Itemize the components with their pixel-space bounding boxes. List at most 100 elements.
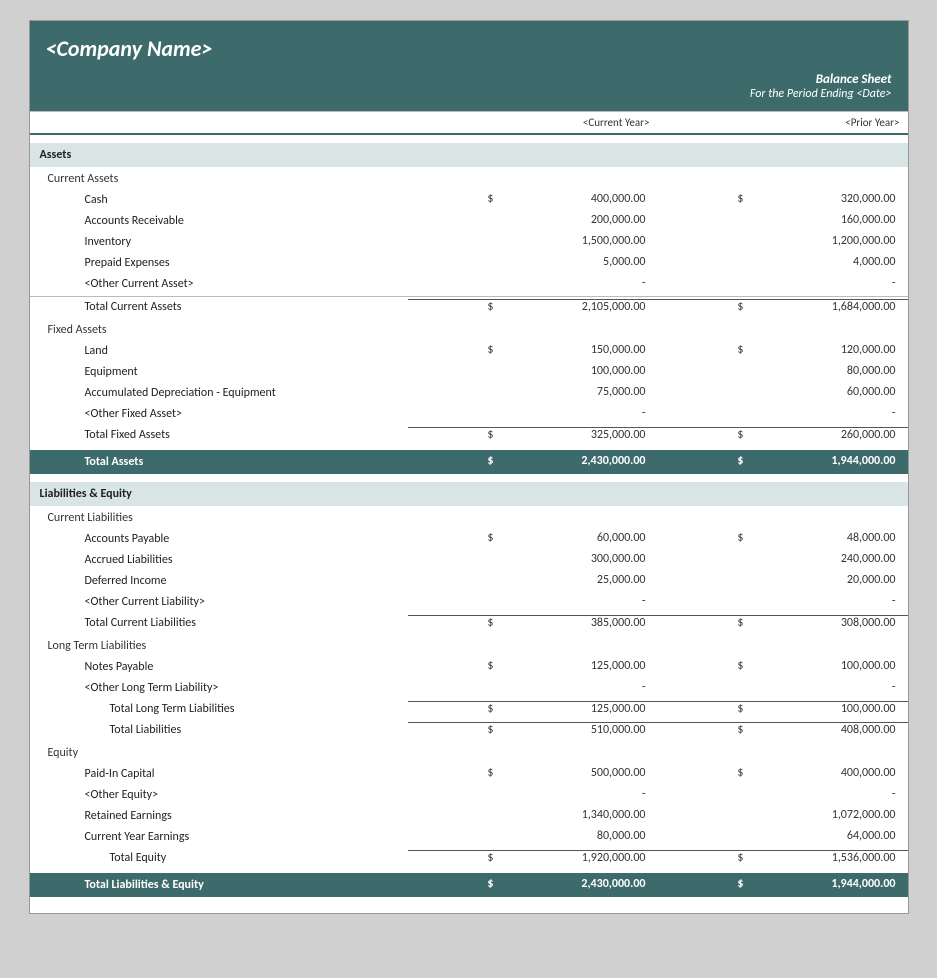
other-cl-cy: -: [498, 594, 658, 610]
total-equity-row: Total Equity $ 1,920,000.00 $ 1,536,000.…: [30, 848, 908, 869]
cash-label: Cash: [30, 192, 408, 208]
prepaid-label: Prepaid Expenses: [30, 255, 408, 271]
equity-block: Equity Paid-In Capital $ 500,000.00 $ 40…: [30, 741, 908, 869]
equipment-row: Equipment 100,000.00 80,000.00: [30, 362, 908, 383]
other-ltl-py: -: [748, 680, 908, 696]
ap-row: Accounts Payable $ 60,000.00 $ 48,000.00: [30, 529, 908, 550]
total-le-dollar-cy: $: [408, 877, 498, 893]
pic-dollar-py: $: [658, 766, 748, 782]
total-cl-row: Total Current Liabilities $ 385,000.00 $…: [30, 613, 908, 634]
col-prior-year: <Prior Year>: [748, 116, 908, 129]
ap-dollar-py: $: [658, 531, 748, 547]
total-ca-dollar-cy: $: [408, 299, 498, 315]
balance-sheet: <Company Name> Balance Sheet For the Per…: [29, 20, 909, 914]
total-liabilities-dollar-py: $: [658, 722, 748, 738]
inventory-py: 1,200,000.00: [748, 234, 908, 250]
total-equity-dollar-py: $: [658, 850, 748, 866]
paid-in-capital-label: Paid-In Capital: [30, 766, 408, 782]
column-headers: <Current Year> <Prior Year>: [30, 111, 908, 135]
total-fa-cy: 325,000.00: [498, 427, 658, 443]
notes-payable-cy: 125,000.00: [498, 659, 658, 675]
notes-payable-label: Notes Payable: [30, 659, 408, 675]
other-cl-py: -: [748, 594, 908, 610]
header-right: Balance Sheet For the Period Ending <Dat…: [30, 72, 908, 111]
other-ltl-row: <Other Long Term Liability> - -: [30, 678, 908, 699]
fixed-assets-block: Fixed Assets Land $ 150,000.00 $ 120,000…: [30, 318, 908, 446]
spacer1: [30, 135, 908, 143]
other-equity-label: <Other Equity>: [30, 787, 408, 803]
other-ltl-label: <Other Long Term Liability>: [30, 680, 408, 696]
accrued-liabilities-py: 240,000.00: [748, 552, 908, 568]
total-liabilities-row: Total Liabilities $ 510,000.00 $ 408,000…: [30, 720, 908, 741]
pic-py: 400,000.00: [748, 766, 908, 782]
deferred-income-py: 20,000.00: [748, 573, 908, 589]
col-spacer2: [658, 116, 748, 129]
notes-payable-row: Notes Payable $ 125,000.00 $ 100,000.00: [30, 657, 908, 678]
land-row: Land $ 150,000.00 $ 120,000.00: [30, 341, 908, 362]
current-assets-label: Current Assets: [30, 169, 408, 187]
retained-earnings-py: 1,072,000.00: [748, 808, 908, 824]
deferred-income-row: Deferred Income 25,000.00 20,000.00: [30, 571, 908, 592]
total-assets-dollar-cy: $: [408, 454, 498, 470]
equity-subsection: Equity: [30, 741, 908, 764]
inventory-cy: 1,500,000.00: [498, 234, 658, 250]
current-liabilities-subsection: Current Liabilities: [30, 506, 908, 529]
retained-earnings-row: Retained Earnings 1,340,000.00 1,072,000…: [30, 806, 908, 827]
long-term-liabilities-block: Long Term Liabilities Notes Payable $ 12…: [30, 634, 908, 741]
liabilities-equity-header: Liabilities & Equity: [30, 482, 908, 506]
total-liabilities-dollar-cy: $: [408, 722, 498, 738]
ar-label: Accounts Receivable: [30, 213, 408, 229]
col-spacer1: [408, 116, 498, 129]
total-le-dollar-py: $: [658, 877, 748, 893]
total-cl-label: Total Current Liabilities: [30, 615, 408, 631]
ltl-subsection: Long Term Liabilities: [30, 634, 908, 657]
current-liabilities-label: Current Liabilities: [30, 508, 408, 526]
total-cl-cy: 385,000.00: [498, 615, 658, 631]
ltl-label: Long Term Liabilities: [30, 636, 408, 654]
other-cl-row: <Other Current Liability> - -: [30, 592, 908, 613]
inventory-label: Inventory: [30, 234, 408, 250]
accrued-liabilities-label: Accrued Liabilities: [30, 552, 408, 568]
ar-py: 160,000.00: [748, 213, 908, 229]
total-equity-py: 1,536,000.00: [748, 850, 908, 866]
total-liabilities-equity-row: Total Liabilities & Equity $ 2,430,000.0…: [30, 873, 908, 897]
report-subtitle: For the Period Ending <Date>: [46, 87, 892, 101]
total-equity-label: Total Equity: [30, 850, 408, 866]
total-liabilities-cy: 510,000.00: [498, 722, 658, 738]
header-block: <Company Name> Balance Sheet For the Per…: [30, 21, 908, 111]
other-cl-label: <Other Current Liability>: [30, 594, 408, 610]
notes-payable-dollar-cy: $: [408, 659, 498, 675]
retained-earnings-label: Retained Earnings: [30, 808, 408, 824]
report-title: Balance Sheet: [46, 72, 892, 87]
cye-cy: 80,000.00: [498, 829, 658, 845]
paid-in-capital-row: Paid-In Capital $ 500,000.00 $ 400,000.0…: [30, 764, 908, 785]
header-top: <Company Name>: [30, 21, 908, 72]
notes-payable-dollar-py: $: [658, 659, 748, 675]
current-year-earnings-row: Current Year Earnings 80,000.00 64,000.0…: [30, 827, 908, 848]
total-current-assets-row: Total Current Assets $ 2,105,000.00 $ 1,…: [30, 296, 908, 318]
total-cl-dollar-cy: $: [408, 615, 498, 631]
ap-label: Accounts Payable: [30, 531, 408, 547]
land-dollar-cy: $: [408, 343, 498, 359]
company-name: <Company Name>: [46, 35, 892, 62]
total-ltl-dollar-cy: $: [408, 701, 498, 717]
total-assets-cy: 2,430,000.00: [498, 454, 658, 470]
total-ca-cy: 2,105,000.00: [498, 299, 658, 315]
cash-cy: 400,000.00: [498, 192, 658, 208]
equity-label: Equity: [30, 743, 408, 761]
ap-cy: 60,000.00: [498, 531, 658, 547]
pic-dollar-cy: $: [408, 766, 498, 782]
col-current-year: <Current Year>: [498, 116, 658, 129]
prepaid-row: Prepaid Expenses 5,000.00 4,000.00: [30, 253, 908, 274]
ap-dollar-cy: $: [408, 531, 498, 547]
ap-py: 48,000.00: [748, 531, 908, 547]
land-label: Land: [30, 343, 408, 359]
total-liabilities-py: 408,000.00: [748, 722, 908, 738]
total-equity-cy: 1,920,000.00: [498, 850, 658, 866]
total-le-py: 1,944,000.00: [748, 877, 908, 893]
cye-py: 64,000.00: [748, 829, 908, 845]
other-ca-cy: -: [498, 276, 658, 292]
assets-section: Assets Current Assets Cash $ 400,000.00 …: [30, 143, 908, 474]
total-le-cy: 2,430,000.00: [498, 877, 658, 893]
notes-payable-py: 100,000.00: [748, 659, 908, 675]
